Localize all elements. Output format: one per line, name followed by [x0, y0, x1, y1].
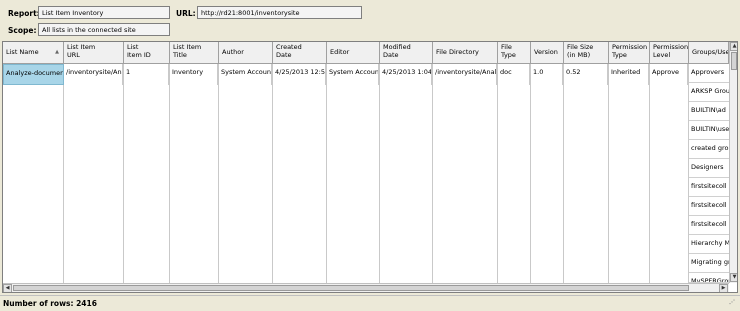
inventory-grid[interactable]: List Name ▲ List Item URL List Item ID L…	[2, 41, 738, 293]
table-cell-list-name[interactable]: Analyze-document	[3, 64, 64, 85]
sort-ascending-icon: ▲	[55, 49, 59, 55]
column-divider	[169, 64, 170, 283]
vertical-scroll-thumb[interactable]	[731, 52, 737, 70]
row-count-text: Number of rows: 2416	[3, 299, 97, 308]
vertical-scrollbar[interactable]: ▲ ▼	[729, 42, 737, 283]
table-cell-permission-type[interactable]: Inherited	[609, 64, 649, 85]
group-cell[interactable]: Migrating gr	[689, 254, 731, 273]
column-divider	[432, 64, 433, 283]
column-divider	[326, 64, 327, 283]
url-field[interactable]: http://rd21:8001/inventorysite	[197, 6, 362, 19]
table-cell-editor[interactable]: System Account	[327, 64, 379, 85]
group-cell[interactable]: BUILTIN\use	[689, 121, 731, 140]
status-bar: Number of rows: 2416 ⋰	[0, 295, 740, 311]
column-header-list-item-url[interactable]: List Item URL	[64, 42, 124, 64]
group-cell[interactable]: firstsitecoll	[689, 197, 731, 216]
table-cell-permission-level[interactable]: Approve	[650, 64, 688, 85]
table-cell-list-item-url[interactable]: /inventorysite/Ana	[64, 64, 123, 85]
table-cell-list-item-title[interactable]: Inventory	[170, 64, 218, 85]
column-header-permission-level[interactable]: Permission Level	[650, 42, 689, 64]
column-divider	[379, 64, 380, 283]
column-header-list-item-title[interactable]: List Item Title	[170, 42, 219, 64]
table-cell-file-size[interactable]: 0.52	[564, 64, 608, 85]
column-divider	[218, 64, 219, 283]
column-header-permission-type[interactable]: Permission Type	[609, 42, 650, 64]
horizontal-scrollbar[interactable]: ◀ ▶	[3, 283, 729, 292]
column-header-file-type[interactable]: File Type	[498, 42, 531, 64]
column-divider	[123, 64, 124, 283]
column-divider	[530, 64, 531, 283]
group-cell[interactable]: Approvers	[689, 64, 731, 83]
column-divider	[63, 64, 64, 283]
table-cell-version[interactable]: 1.0	[531, 64, 563, 85]
column-divider	[272, 64, 273, 283]
column-header-modified-date[interactable]: Modified Date	[380, 42, 433, 64]
group-cell[interactable]: Designers	[689, 159, 731, 178]
table-cell-list-item-id[interactable]: 1	[124, 64, 169, 85]
report-field[interactable]: List Item Inventory	[38, 6, 170, 19]
column-divider	[563, 64, 564, 283]
table-cell-created-date[interactable]: 4/25/2013 12:56	[273, 64, 326, 85]
horizontal-scroll-thumb[interactable]	[13, 285, 689, 291]
url-label: URL:	[176, 9, 196, 18]
column-header-label: List Name	[6, 48, 39, 56]
column-divider	[608, 64, 609, 283]
group-cell[interactable]: firstsitecoll	[689, 216, 731, 235]
column-header-list-item-id[interactable]: List Item ID	[124, 42, 170, 64]
scope-field[interactable]: All lists in the connected site	[38, 23, 170, 36]
column-header-file-directory[interactable]: File Directory	[433, 42, 498, 64]
table-cell-file-type[interactable]: doc	[498, 64, 530, 85]
group-cell[interactable]: MySPFRGrou	[689, 273, 731, 283]
column-divider	[497, 64, 498, 283]
table-cell-author[interactable]: System Account	[219, 64, 272, 85]
table-cell-modified-date[interactable]: 4/25/2013 1:04	[380, 64, 432, 85]
scroll-left-icon[interactable]: ◀	[3, 284, 12, 292]
scroll-up-icon[interactable]: ▲	[730, 42, 737, 51]
column-header-groups-users[interactable]: Groups/Users	[689, 42, 729, 64]
column-header-author[interactable]: Author	[219, 42, 273, 64]
group-cell[interactable]: Hierarchy M	[689, 235, 731, 254]
table-cell-file-directory[interactable]: /inventorysite/Analy	[433, 64, 497, 85]
resize-grip-icon[interactable]: ⋰	[729, 300, 737, 309]
column-header-file-size[interactable]: File Size (in MB)	[564, 42, 609, 64]
scope-label: Scope:	[8, 26, 37, 35]
column-header-version[interactable]: Version	[531, 42, 564, 64]
group-cell[interactable]: ARKSP Grou	[689, 83, 731, 102]
column-header-created-date[interactable]: Created Date	[273, 42, 327, 64]
group-cell[interactable]: BUILTIN\ad	[689, 102, 731, 121]
scroll-down-icon[interactable]: ▼	[730, 273, 737, 282]
report-header: Report: List Item Inventory URL: http://…	[0, 0, 740, 40]
group-cell[interactable]: created gro	[689, 140, 731, 159]
column-header-editor[interactable]: Editor	[327, 42, 380, 64]
scroll-right-icon[interactable]: ▶	[719, 284, 728, 292]
column-divider	[649, 64, 650, 283]
column-header-list-name[interactable]: List Name ▲	[3, 42, 64, 64]
report-label: Report:	[8, 9, 40, 18]
group-cell[interactable]: firstsitecoll I	[689, 178, 731, 197]
